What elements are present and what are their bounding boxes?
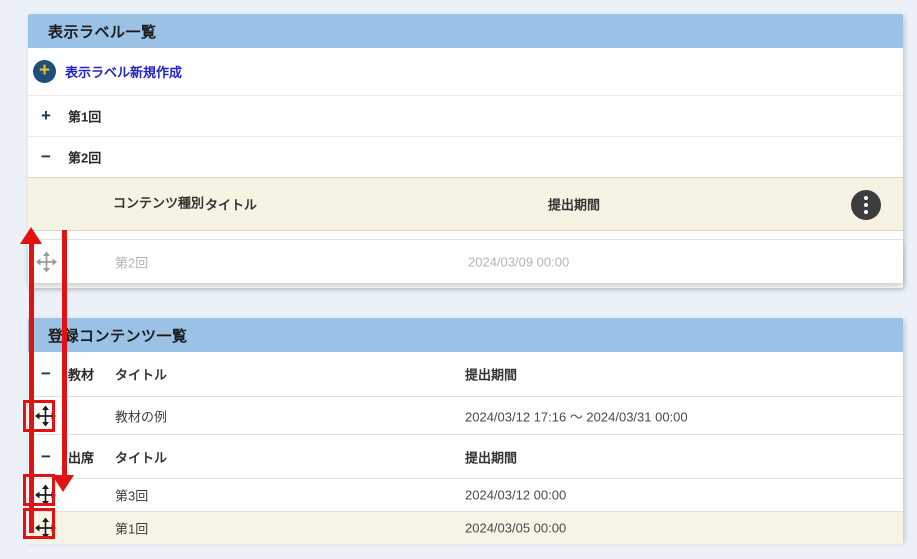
content-group-header-kyozai: − 教材 タイトル 提出期間 xyxy=(28,352,903,396)
label-group-name: 第2回 xyxy=(68,148,101,167)
display-label-list-panel: 表示ラベル一覧 + 表示ラベル新規作成 + 第1回 − 第2回 コンテンツ種別 … xyxy=(28,14,903,288)
column-header-period: 提出期間 xyxy=(465,365,517,384)
expand-icon[interactable]: + xyxy=(38,106,54,126)
label-group-row-2: − 第2回 xyxy=(28,136,903,177)
content-row-period: 2024/03/05 00:00 xyxy=(465,521,566,536)
plus-circle-icon: + xyxy=(33,60,56,83)
content-group-name: 出席 xyxy=(68,447,94,466)
collapse-icon[interactable]: − xyxy=(38,447,54,467)
column-header-title: タイトル xyxy=(205,195,257,214)
collapse-icon[interactable]: − xyxy=(38,364,54,384)
move-icon[interactable] xyxy=(35,485,56,506)
column-header-period: 提出期間 xyxy=(465,447,517,466)
label-table-header: コンテンツ種別 タイトル 提出期間 xyxy=(28,177,903,231)
empty-drop-row xyxy=(28,231,903,240)
content-row-period: 2024/03/12 00:00 xyxy=(465,488,566,503)
column-header-period: 提出期間 xyxy=(548,195,600,214)
content-row-period: 2024/03/12 17:16 ～ 2024/03/31 00:00 xyxy=(465,406,688,425)
create-label-link[interactable]: + 表示ラベル新規作成 xyxy=(33,60,182,83)
move-icon[interactable] xyxy=(35,518,56,539)
content-row-dai1kai: 第1回 2024/03/05 00:00 xyxy=(28,511,903,544)
move-icon[interactable] xyxy=(36,251,57,272)
kebab-menu-icon[interactable] xyxy=(851,190,881,220)
drag-ghost-row: 第2回 2024/03/09 00:00 xyxy=(28,240,903,283)
content-group-name: 教材 xyxy=(68,365,94,384)
panel-title: 表示ラベル一覧 xyxy=(48,21,157,42)
collapse-icon[interactable]: − xyxy=(38,147,54,167)
create-label-row: + 表示ラベル新規作成 xyxy=(28,48,903,95)
column-header-title: タイトル xyxy=(115,447,167,466)
content-row-dai3kai: 第3回 2024/03/12 00:00 xyxy=(28,478,903,511)
move-icon[interactable] xyxy=(35,405,56,426)
ghost-row-period: 2024/03/09 00:00 xyxy=(468,254,569,269)
label-group-name: 第1回 xyxy=(68,107,101,126)
column-header-title: タイトル xyxy=(115,365,167,384)
registered-content-list-panel: 登録コンテンツ一覧 − 教材 タイトル 提出期間 教材の例 2024/03/12… xyxy=(28,318,903,541)
content-row-kyozai-example: 教材の例 2024/03/12 17:16 ～ 2024/03/31 00:00 xyxy=(28,396,903,434)
content-row-title: 第3回 xyxy=(115,486,148,505)
content-group-header-shusseki: − 出席 タイトル 提出期間 xyxy=(28,434,903,478)
label-group-row-1: + 第1回 xyxy=(28,95,903,136)
panel-title: 登録コンテンツ一覧 xyxy=(48,325,188,346)
panel-title-bar: 表示ラベル一覧 xyxy=(28,14,903,48)
ghost-row-title: 第2回 xyxy=(115,252,148,271)
content-row-title: 教材の例 xyxy=(115,406,167,425)
panel-title-bar: 登録コンテンツ一覧 xyxy=(28,318,903,352)
content-row-title: 第1回 xyxy=(115,519,148,538)
create-label-link-text: 表示ラベル新規作成 xyxy=(65,62,182,81)
column-header-content-type: コンテンツ種別 xyxy=(113,196,207,213)
